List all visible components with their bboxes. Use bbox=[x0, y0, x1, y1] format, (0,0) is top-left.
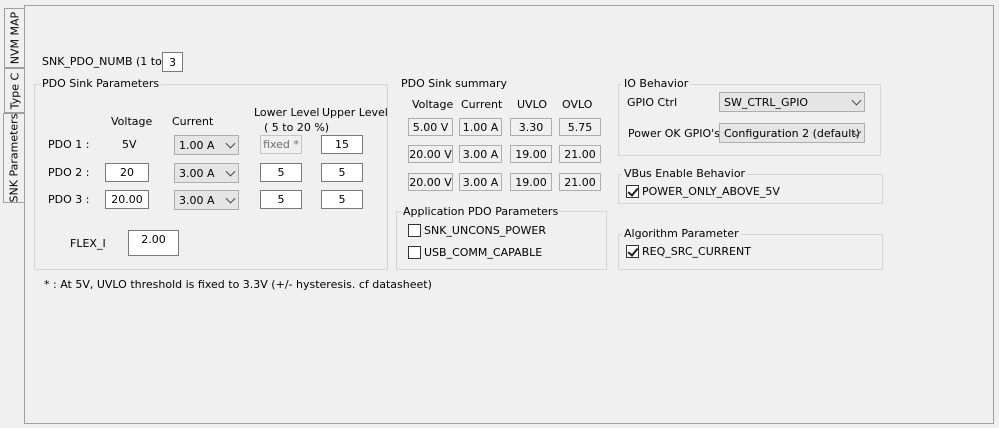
summary-r2-voltage: 20.00 V bbox=[408, 145, 453, 163]
pdo3-lower-input[interactable]: 5 bbox=[260, 190, 302, 209]
chevron-down-icon bbox=[225, 138, 236, 149]
pdo-sink-parameters-title: PDO Sink Parameters bbox=[40, 77, 162, 90]
req-src-current-label: REQ_SRC_CURRENT bbox=[642, 245, 751, 258]
summary-header-uvlo: UVLO bbox=[517, 98, 547, 111]
tab-nvm-map-label: NVM MAP bbox=[8, 11, 22, 65]
gpio-ctrl-value: SW_CTRL_GPIO bbox=[724, 95, 809, 109]
flex-i-input[interactable]: 2.00 bbox=[128, 230, 179, 256]
summary-r3-uvlo: 19.00 bbox=[510, 173, 552, 191]
summary-r2-ovlo: 21.00 bbox=[559, 145, 601, 163]
pdo2-label: PDO 2 : bbox=[48, 166, 90, 179]
gpio-ctrl-select[interactable]: SW_CTRL_GPIO bbox=[719, 92, 865, 112]
pdo-numb-input[interactable]: 3 bbox=[162, 52, 183, 72]
tab-nvm-map[interactable]: NVM MAP bbox=[4, 8, 25, 68]
pdo3-current-select[interactable]: 3.00 A bbox=[174, 190, 239, 210]
io-behavior-title: IO Behavior bbox=[622, 77, 691, 90]
flex-i-label: FLEX_I bbox=[70, 237, 106, 250]
checkbox-box bbox=[408, 224, 421, 237]
app-pdo-title: Application PDO Parameters bbox=[401, 205, 561, 218]
pdo3-label: PDO 3 : bbox=[48, 193, 90, 206]
tab-snk-parameters[interactable]: SNK Parameters bbox=[3, 113, 25, 203]
req-src-current-checkbox[interactable]: REQ_SRC_CURRENT bbox=[626, 245, 751, 258]
chevron-down-icon bbox=[851, 95, 862, 106]
pdo2-upper-input[interactable]: 5 bbox=[321, 163, 363, 182]
usb-comm-capable-label: USB_COMM_CAPABLE bbox=[424, 246, 543, 259]
summary-header-ovlo: OVLO bbox=[562, 98, 593, 111]
pdo1-upper-input[interactable]: 15 bbox=[321, 135, 363, 154]
summary-r3-voltage: 20.00 V bbox=[408, 173, 453, 191]
algorithm-parameter-title: Algorithm Parameter bbox=[622, 227, 741, 240]
pdo3-upper-input[interactable]: 5 bbox=[321, 190, 363, 209]
pdo3-current-value: 3.00 A bbox=[179, 193, 215, 207]
col-current-header: Current bbox=[172, 115, 214, 128]
summary-header-voltage: Voltage bbox=[412, 98, 454, 111]
checkbox-box bbox=[408, 246, 421, 259]
summary-r1-current: 1.00 A bbox=[459, 118, 502, 136]
power-ok-gpio-label: Power OK GPIO's bbox=[628, 127, 720, 140]
snk-uncons-power-label: SNK_UNCONS_POWER bbox=[424, 224, 547, 237]
checkbox-checked-icon bbox=[626, 185, 639, 198]
pdo-sink-summary-title: PDO Sink summary bbox=[401, 77, 508, 90]
pdo2-current-value: 3.00 A bbox=[179, 166, 215, 180]
summary-r2-uvlo: 19.00 bbox=[510, 145, 552, 163]
col-lower-header: Lower Level bbox=[254, 106, 320, 119]
usb-comm-capable-checkbox[interactable]: USB_COMM_CAPABLE bbox=[408, 246, 542, 259]
app-pdo-group bbox=[396, 211, 607, 270]
vbus-enable-title: VBus Enable Behavior bbox=[622, 167, 748, 180]
pdo1-lower-input: fixed * bbox=[260, 135, 302, 154]
summary-r1-uvlo: 3.30 bbox=[510, 118, 552, 136]
col-lower-range: ( 5 to 20 %) bbox=[264, 121, 330, 134]
tab-type-c-label: Type C bbox=[8, 72, 22, 109]
snk-uncons-power-checkbox[interactable]: SNK_UNCONS_POWER bbox=[408, 224, 546, 237]
power-only-above-5v-checkbox[interactable]: POWER_ONLY_ABOVE_5V bbox=[626, 185, 780, 198]
pdo-numb-label: SNK_PDO_NUMB (1 to 3) bbox=[42, 55, 177, 68]
summary-r3-current: 3.00 A bbox=[459, 173, 502, 191]
summary-r1-voltage: 5.00 V bbox=[408, 118, 453, 136]
pdo3-voltage-input[interactable]: 20.00 bbox=[105, 190, 149, 209]
tab-snk-parameters-label: SNK Parameters bbox=[7, 113, 21, 203]
power-only-above-5v-label: POWER_ONLY_ABOVE_5V bbox=[642, 185, 780, 198]
col-voltage-header: Voltage bbox=[111, 115, 153, 128]
chevron-down-icon bbox=[225, 166, 236, 177]
summary-r1-ovlo: 5.75 bbox=[559, 118, 601, 136]
pdo2-voltage-input[interactable]: 20 bbox=[105, 163, 149, 182]
pdo1-current-value: 1.00 A bbox=[179, 138, 215, 152]
checkbox-checked-icon bbox=[626, 245, 639, 258]
col-upper-header: Upper Level bbox=[322, 106, 388, 119]
gpio-ctrl-label: GPIO Ctrl bbox=[627, 96, 678, 109]
power-ok-gpio-value: Configuration 2 (default) bbox=[724, 126, 860, 140]
summary-r3-ovlo: 21.00 bbox=[559, 173, 601, 191]
tab-type-c[interactable]: Type C bbox=[4, 68, 25, 113]
footnote: * : At 5V, UVLO threshold is fixed to 3.… bbox=[44, 278, 432, 291]
pdo1-current-select[interactable]: 1.00 A bbox=[174, 135, 239, 155]
pdo2-lower-input[interactable]: 5 bbox=[260, 163, 302, 182]
summary-r2-current: 3.00 A bbox=[459, 145, 502, 163]
chevron-down-icon bbox=[225, 193, 236, 204]
pdo1-voltage: 5V bbox=[122, 138, 137, 151]
pdo1-label: PDO 1 : bbox=[48, 138, 90, 151]
summary-header-current: Current bbox=[461, 98, 503, 111]
power-ok-gpio-select[interactable]: Configuration 2 (default) bbox=[719, 123, 865, 143]
pdo2-current-select[interactable]: 3.00 A bbox=[174, 163, 239, 183]
